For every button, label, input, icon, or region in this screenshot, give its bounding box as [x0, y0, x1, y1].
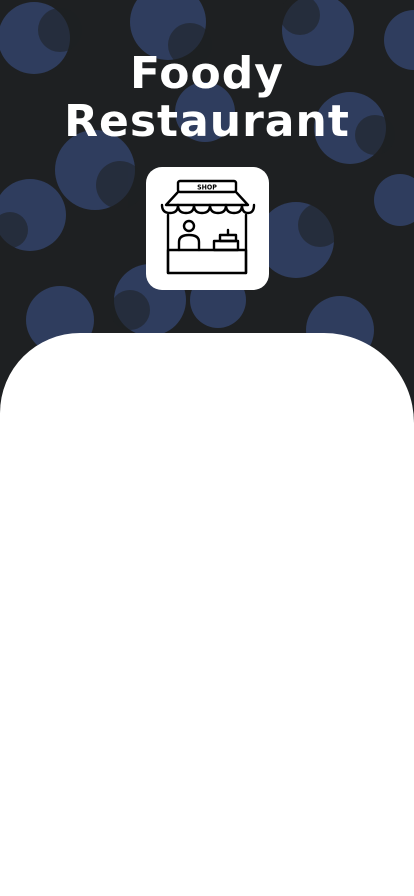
shop-stall-icon: SHOP — [160, 179, 256, 275]
app-title-line2: Restaurant — [64, 96, 350, 147]
shop-sign-text: SHOP — [197, 184, 217, 192]
app-title-line1: Foody — [130, 48, 284, 99]
content-panel — [0, 333, 414, 896]
app-logo: SHOP — [146, 167, 269, 290]
splash-screen: Foody Restaurant SHOP — [0, 0, 414, 896]
app-title: Foody Restaurant — [0, 50, 414, 146]
